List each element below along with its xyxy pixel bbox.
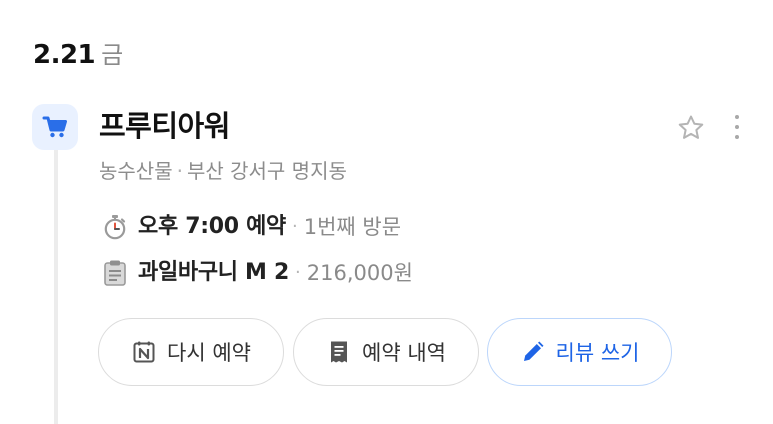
reservation-history-button[interactable]: 예약 내역 <box>293 318 479 386</box>
rebook-label: 다시 예약 <box>167 341 251 365</box>
reservation-time: 오후 7:00 예약 <box>138 214 286 239</box>
pencil-icon <box>520 339 546 365</box>
history-label: 예약 내역 <box>362 341 446 365</box>
review-label: 리뷰 쓰기 <box>555 341 640 365</box>
order-separator: · <box>295 262 301 283</box>
order-info-row: 과일바구니 M 2 · 216,000원 <box>100 256 413 290</box>
order-price: 216,000원 <box>306 261 413 285</box>
more-vertical-icon <box>735 115 739 119</box>
shopping-cart-icon <box>32 104 78 150</box>
place-subtitle: 농수산물 · 부산 강서구 명지동 <box>99 156 347 186</box>
reservation-separator: · <box>292 216 298 237</box>
visit-count: 1번째 방문 <box>303 215 402 239</box>
visit-date: 2.21 <box>33 40 96 70</box>
calendar-icon <box>131 339 157 365</box>
more-options-button[interactable] <box>724 110 750 144</box>
place-name[interactable]: 프루티아워 <box>99 106 230 146</box>
order-item: 과일바구니 M 2 <box>138 260 290 285</box>
place-category: 농수산물 <box>99 159 173 183</box>
rebook-button[interactable]: 다시 예약 <box>98 318 284 386</box>
timeline-line <box>54 150 58 424</box>
receipt-icon <box>326 339 352 365</box>
reservation-info-row: 오후 7:00 예약 · 1번째 방문 <box>100 210 401 244</box>
visit-weekday: 금 <box>101 41 124 69</box>
subtitle-separator: · <box>176 159 183 183</box>
clipboard-icon <box>100 258 130 288</box>
date-header: 2.21 금 <box>33 35 123 71</box>
star-icon <box>678 115 704 139</box>
write-review-button[interactable]: 리뷰 쓰기 <box>487 318 672 386</box>
stopwatch-icon <box>100 212 130 242</box>
favorite-button[interactable] <box>674 111 708 145</box>
place-location: 부산 강서구 명지동 <box>186 159 347 183</box>
